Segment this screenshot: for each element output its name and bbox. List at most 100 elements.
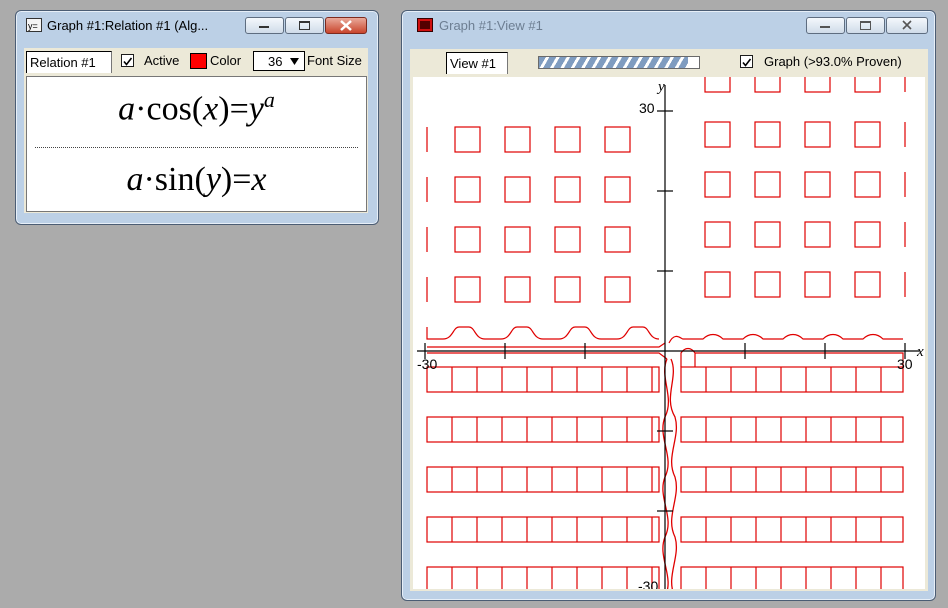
equation-2-arg: y [205,161,221,198]
curve-square [504,226,531,253]
curve-square [804,171,831,198]
equation-1[interactable]: a·cos(x)=ya [27,87,366,128]
graph-window-title: Graph #1:View #1 [439,18,543,33]
minimize-button[interactable] [245,17,284,34]
curve-row [680,516,904,543]
equation-separator [35,147,358,148]
y-min-label: -30 [638,578,658,589]
curve-square [754,121,781,148]
curve-square [854,271,881,298]
graph-maximize-button[interactable] [846,17,885,34]
graph-close-button[interactable] [886,17,928,34]
active-label: Active [144,53,180,68]
graph-window-client: View #1 Graph (>93.0% Proven) x y 30 -30 -30… [410,49,928,591]
plot-canvas[interactable]: xy30-30-30 30 [413,77,925,589]
graph-window: Graph #1:View #1 View #1 Graph (>93.0% P… [401,10,936,601]
equation-2-eq: = [232,161,252,198]
curve-square [604,226,631,253]
equation-1-rhs: y [248,90,264,128]
curve-square [504,176,531,203]
curve-square [454,226,481,253]
curve-square [804,271,831,298]
x-max-label: 30 [897,356,913,372]
curve-square [754,221,781,248]
graph-minimize-button[interactable] [806,17,845,34]
graph-app-icon [417,18,433,32]
curve-square [604,176,631,203]
curve-square [454,276,481,303]
curve-row [426,466,660,493]
close-icon [340,20,352,31]
svg-text:y=: y= [28,21,38,31]
curve-square [854,221,881,248]
curve-square [604,276,631,303]
curve-square [554,276,581,303]
curve-square [704,271,731,298]
tab-relation-1[interactable]: Relation #1 [26,51,112,73]
proof-progress-fill [539,57,688,68]
color-label: Color [210,53,242,68]
active-checkbox[interactable] [121,54,134,67]
curve-square [754,271,781,298]
font-size-select[interactable]: 36 [253,51,305,71]
graph-checkbox[interactable] [740,55,753,68]
curve-row [680,566,904,589]
curve-square [454,176,481,203]
equation-1-eq: = [229,90,249,128]
plot-area[interactable]: x y 30 -30 -30 30 [413,77,925,589]
equation-1-exponent: a [263,87,275,112]
curve-square [804,77,831,93]
curve-square [854,171,881,198]
relation-window: y= Graph #1:Relation #1 (Alg... Relation… [15,10,379,225]
relation-window-titlebar[interactable]: y= Graph #1:Relation #1 (Alg... [16,11,378,39]
chevron-down-icon [290,58,299,65]
proof-progress-bar [538,56,700,69]
curve-square [704,121,731,148]
curve-row [680,366,904,393]
curve-square [554,176,581,203]
curve-wave [427,342,666,348]
curve-row [426,366,660,393]
app-icon: y= [26,18,42,32]
curve-wave [426,326,660,340]
curve-row [680,466,904,493]
relation-window-client: Relation #1 Active Color 36 Font Size a·… [24,48,368,213]
curve-wave [427,352,668,360]
graph-close-icon [902,20,912,30]
equation-1-arg: x [203,90,219,128]
curve-square [854,121,881,148]
curve-row [426,516,660,543]
color-swatch[interactable] [190,53,207,69]
x-axis-label: x [916,344,924,360]
equation-2-op: · [143,161,155,198]
curve-square [504,276,531,303]
equation-2-rhs: x [251,161,267,198]
maximize-button[interactable] [285,17,324,34]
curve-square [504,126,531,153]
curve-row [426,416,660,443]
curve-square [554,126,581,153]
checkmark-icon [123,57,133,66]
equation-pane[interactable]: a·cos(x)=ya a·sin(y)=x [26,76,367,212]
y-axis-label: y [656,79,665,95]
font-size-label: Font Size [307,53,362,68]
curve-row [680,416,904,443]
font-size-value: 36 [268,54,283,69]
equation-2[interactable]: a·sin(y)=x [27,161,366,199]
y-max-label: 30 [639,100,655,116]
curve-square [704,171,731,198]
curve-square [604,126,631,153]
curve-square [704,77,731,93]
curve-square [554,226,581,253]
graph-proven-label: Graph (>93.0% Proven) [764,54,902,69]
curve-row [426,566,660,589]
close-button[interactable] [325,17,367,34]
equation-1-op: · [135,90,147,128]
curve-square [454,126,481,153]
curve-square [854,77,881,93]
graph-window-titlebar[interactable]: Graph #1:View #1 [402,11,935,39]
x-min-label: -30 [417,356,437,372]
curve-square [754,171,781,198]
tab-view-1[interactable]: View #1 [446,52,508,74]
curve-square [754,77,781,93]
